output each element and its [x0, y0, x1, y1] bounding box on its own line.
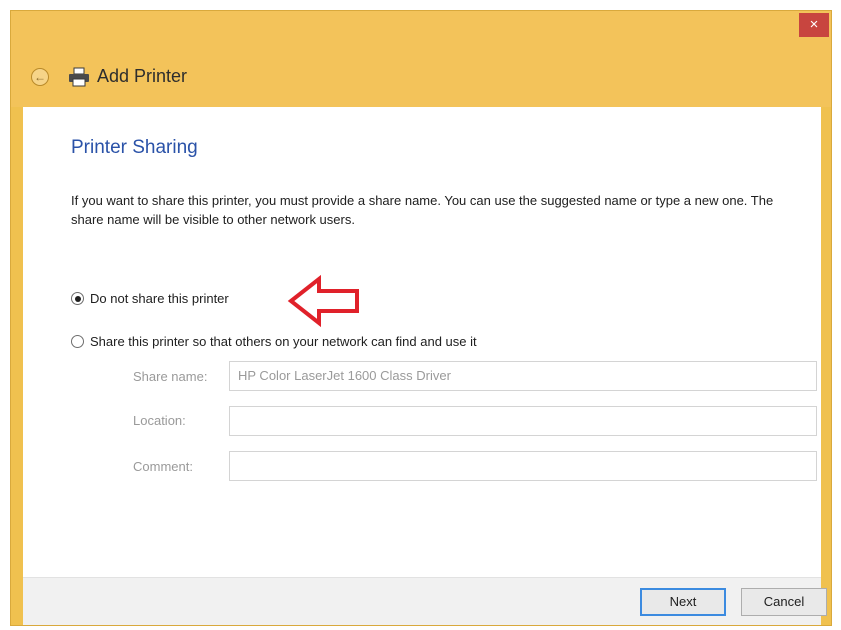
do-not-share-label: Do not share this printer	[90, 291, 229, 306]
add-printer-window: × ← Add Printer Printer Sharing If you w…	[10, 10, 832, 626]
window-titlebar: × ← Add Printer	[11, 11, 831, 107]
share-radio[interactable]	[71, 335, 84, 348]
comment-input[interactable]	[229, 451, 817, 481]
share-name-label: Share name:	[133, 369, 208, 384]
red-arrow-icon	[287, 274, 359, 328]
next-button[interactable]: Next	[640, 588, 726, 616]
back-arrow-icon: ←	[34, 70, 46, 84]
do-not-share-option[interactable]: Do not share this printer	[71, 291, 229, 306]
location-label: Location:	[133, 413, 186, 428]
wizard-footer: Next Cancel	[23, 577, 827, 625]
window-title: Add Printer	[97, 66, 188, 86]
close-button[interactable]: ×	[799, 13, 829, 37]
cancel-button[interactable]: Cancel	[741, 588, 827, 616]
printer-icon	[69, 67, 89, 87]
share-name-input[interactable]: HP Color LaserJet 1600 Class Driver	[229, 361, 817, 391]
page-description: If you want to share this printer, you m…	[71, 193, 774, 227]
do-not-share-radio[interactable]	[71, 292, 84, 305]
share-label: Share this printer so that others on you…	[90, 334, 477, 349]
wizard-content: Printer Sharing If you want to share thi…	[23, 107, 821, 577]
page-heading: Printer Sharing	[71, 137, 198, 158]
share-option[interactable]: Share this printer so that others on you…	[71, 334, 477, 349]
location-input[interactable]	[229, 406, 817, 436]
comment-label: Comment:	[133, 459, 193, 474]
close-icon: ×	[809, 16, 819, 33]
back-button[interactable]: ←	[31, 68, 49, 86]
